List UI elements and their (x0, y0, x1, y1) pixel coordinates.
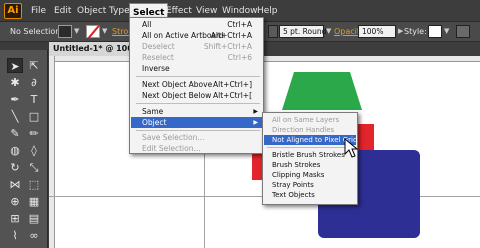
menu-item-all[interactable]: All Ctrl+A (131, 19, 262, 30)
menu-item-label: Same (142, 107, 164, 116)
type-tool-icon[interactable]: T (26, 92, 42, 107)
stroke-dropdown-icon[interactable]: ▼ (102, 27, 107, 35)
menu-file[interactable]: File (28, 4, 49, 20)
toolbox-grip[interactable] (0, 42, 48, 50)
gradient-tool-icon[interactable]: ▤ (26, 211, 42, 226)
menu-separator (136, 103, 260, 104)
horizontal-ruler (49, 56, 480, 62)
style-dropdown-icon[interactable]: ▼ (444, 27, 449, 35)
green-trapezoid-shape[interactable] (282, 72, 362, 110)
style-label: Style: (404, 27, 427, 36)
fill-dropdown-icon[interactable]: ▼ (74, 27, 79, 35)
menu-item-label: Inverse (142, 64, 170, 73)
document-tab[interactable]: Untitled-1* @ 100% ( (49, 42, 131, 56)
menu-item-save-selection[interactable]: Save Selection... (131, 132, 262, 143)
graphic-style-swatch[interactable] (428, 25, 442, 38)
magic-wand-tool-icon[interactable]: ✱ (7, 75, 23, 90)
paintbrush-tool-icon[interactable]: ✎ (7, 126, 23, 141)
menu-item-deselect[interactable]: Deselect Shift+Ctrl+A (131, 41, 262, 52)
eraser-tool-icon[interactable]: ◊ (26, 143, 42, 158)
submenu-item-not-aligned-to-pixel-grid[interactable]: Not Aligned to Pixel Grid (264, 135, 357, 145)
menu-item-shortcut: Ctrl+A (227, 20, 252, 29)
brush-style-field[interactable]: 5 pt. Round (279, 25, 326, 38)
object-submenu: All on Same Layers Direction Handles Not… (262, 112, 358, 205)
document-setup-icon[interactable] (456, 25, 470, 38)
lasso-tool-icon[interactable]: ∂ (26, 75, 42, 90)
pen-tool-icon[interactable]: ✒ (7, 92, 23, 107)
submenu-item-bristle-brush-strokes[interactable]: Bristle Brush Strokes (264, 150, 356, 160)
eyedropper-tool-icon[interactable]: ⌇ (7, 228, 23, 243)
mesh-tool-icon[interactable]: ⊞ (7, 211, 23, 226)
menu-item-inverse[interactable]: Inverse (131, 63, 262, 74)
menu-item-shortcut: Shift+Ctrl+A (203, 42, 252, 51)
app-logo: Ai (4, 3, 22, 19)
menu-item-reselect[interactable]: Reselect Ctrl+6 (131, 52, 262, 63)
opacity-dropdown-icon[interactable]: ▶ (398, 27, 403, 35)
free-transform-tool-icon[interactable]: ⬚ (26, 177, 42, 192)
line-tool-icon[interactable]: ╲ (7, 109, 23, 124)
select-menu-dropdown: All Ctrl+A All on Active Artboard Alt+Ct… (129, 17, 264, 154)
submenu-item-direction-handles[interactable]: Direction Handles (264, 125, 356, 135)
vertical-ruler (49, 56, 55, 248)
menu-item-shortcut: Alt+Ctrl+[ (213, 91, 252, 100)
submenu-item-stray-points[interactable]: Stray Points (264, 180, 356, 190)
submenu-item-clipping-masks[interactable]: Clipping Masks (264, 170, 356, 180)
submenu-arrow-icon: ▶ (253, 108, 258, 115)
menu-item-label: Save Selection... (142, 133, 205, 142)
shape-builder-tool-icon[interactable]: ⊕ (7, 194, 23, 209)
variable-width-icon[interactable] (268, 25, 278, 38)
selection-status: No Selection (10, 27, 61, 36)
menu-item-edit-selection[interactable]: Edit Selection... (131, 143, 262, 154)
rotate-tool-icon[interactable]: ↻ (7, 160, 23, 175)
submenu-separator (267, 147, 355, 148)
stroke-swatch[interactable] (86, 25, 100, 38)
menu-item-label: All (142, 20, 152, 29)
scale-tool-icon[interactable]: ⤡ (26, 160, 42, 175)
brush-style-dropdown-icon[interactable]: ▼ (326, 27, 331, 35)
menu-item-shortcut: Alt+Ctrl+] (213, 80, 252, 89)
menu-object[interactable]: Object (74, 4, 109, 20)
menu-item-label: Edit Selection... (142, 144, 201, 153)
menu-item-shortcut: Ctrl+6 (227, 53, 252, 62)
menu-item-shortcut: Alt+Ctrl+A (210, 31, 252, 40)
menu-item-same[interactable]: Same ▶ (131, 106, 262, 117)
perspective-grid-tool-icon[interactable]: ▦ (26, 194, 42, 209)
menu-item-all-on-active-artboard[interactable]: All on Active Artboard Alt+Ctrl+A (131, 30, 262, 41)
submenu-item-text-objects[interactable]: Text Objects (264, 190, 356, 200)
direct-selection-tool-icon[interactable]: ⇱ (26, 58, 42, 73)
menu-edit[interactable]: Edit (51, 4, 74, 20)
opacity-field[interactable]: 100% (358, 25, 396, 38)
menu-item-label: Reselect (142, 53, 174, 62)
menu-item-label: Deselect (142, 42, 175, 51)
menu-item-object[interactable]: Object ▶ (131, 117, 262, 128)
width-tool-icon[interactable]: ⋈ (7, 177, 23, 192)
menu-item-label: Next Object Above (142, 80, 213, 89)
menu-separator (136, 130, 260, 131)
submenu-item-brush-strokes[interactable]: Brush Strokes (264, 160, 356, 170)
rectangle-tool-icon[interactable]: □ (26, 109, 42, 124)
menu-item-label: Object (142, 118, 167, 127)
mouse-pointer-icon (344, 138, 358, 158)
menu-separator (136, 76, 260, 77)
menu-item-next-object-above[interactable]: Next Object Above Alt+Ctrl+] (131, 79, 262, 90)
fill-swatch[interactable] (58, 25, 72, 38)
blob-brush-tool-icon[interactable]: ◍ (7, 143, 23, 158)
menu-item-next-object-below[interactable]: Next Object Below Alt+Ctrl+[ (131, 90, 262, 101)
blend-tool-icon[interactable]: ∞ (26, 228, 42, 243)
submenu-item-all-on-same-layers[interactable]: All on Same Layers (264, 115, 356, 125)
selection-tool-icon[interactable]: ➤ (7, 58, 23, 73)
pencil-tool-icon[interactable]: ✏ (26, 126, 42, 141)
submenu-arrow-icon: ▶ (253, 119, 258, 126)
menu-item-label: Next Object Below (142, 91, 212, 100)
